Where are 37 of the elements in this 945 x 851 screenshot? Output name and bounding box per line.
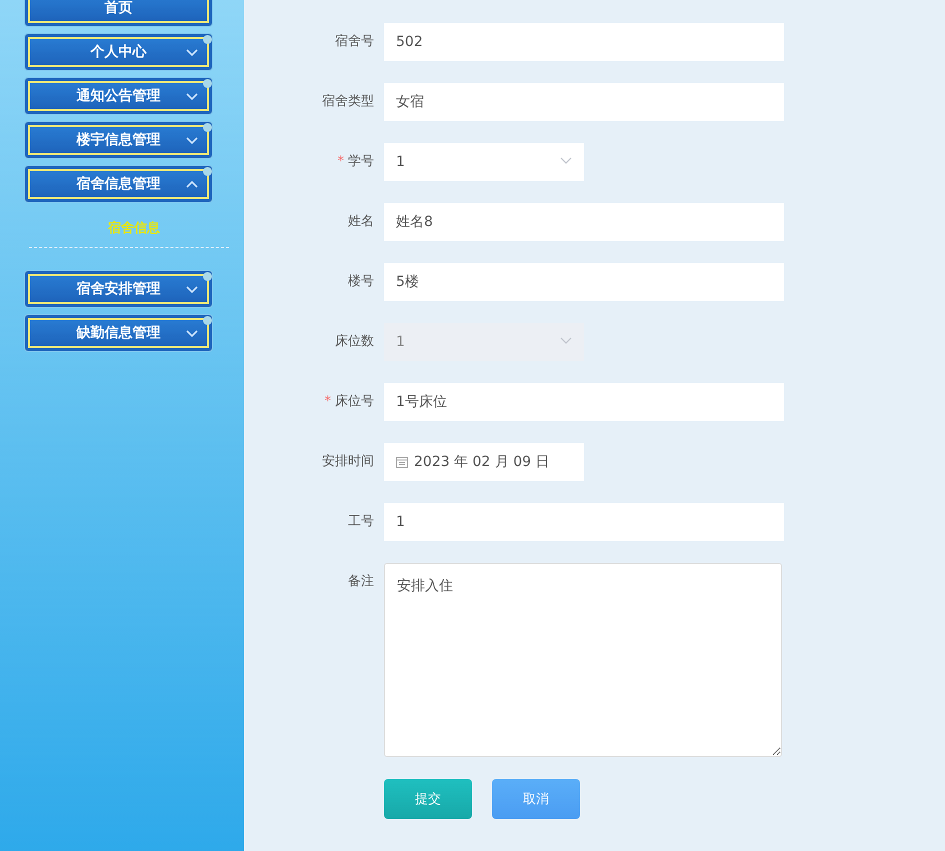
chevron-down-icon [186, 284, 198, 294]
calendar-icon [396, 456, 408, 468]
cancel-button[interactable]: 取消 [492, 779, 580, 819]
select-field[interactable]: 1 [384, 143, 584, 181]
field-label: 床位数 [334, 333, 375, 351]
input-field[interactable]: 女宿 [384, 83, 784, 121]
input-field[interactable]: 1号床位 [384, 383, 784, 421]
field-label: 姓名 [347, 213, 375, 231]
field-label: 工号 [347, 513, 375, 531]
chevron-up-icon [186, 179, 198, 189]
textarea-field[interactable]: 安排入住 [384, 563, 782, 757]
chevron-down-icon [186, 47, 198, 57]
menu-item[interactable]: 楼宇信息管理 [24, 121, 213, 159]
menu-item[interactable]: 通知公告管理 [24, 77, 213, 115]
chevron-down-icon [186, 135, 198, 145]
field-label: 安排时间 [321, 453, 375, 471]
menu-item[interactable]: 首页 [24, 0, 213, 27]
chevron-down-icon [560, 337, 572, 345]
input-field[interactable]: 姓名8 [384, 203, 784, 241]
menu-item[interactable]: 宿舍信息管理 [24, 165, 213, 203]
field-label: * 床位号 [324, 393, 375, 411]
field-label: 宿舍号 [334, 33, 375, 51]
menu-item[interactable]: 缺勤信息管理 [24, 314, 213, 352]
field-label: * 学号 [336, 153, 375, 171]
menu-item[interactable]: 宿舍安排管理 [24, 270, 213, 308]
field-label: 宿舍类型 [321, 93, 375, 111]
chevron-down-icon [186, 91, 198, 101]
submit-button[interactable]: 提交 [384, 779, 472, 819]
chevron-down-icon [186, 328, 198, 338]
chevron-down-icon [560, 157, 572, 165]
menu-item[interactable]: 个人中心 [24, 33, 213, 71]
input-field[interactable]: 5楼 [384, 263, 784, 301]
date-field[interactable]: 2023 年 02 月 09 日 [384, 443, 584, 481]
input-field[interactable]: 502 [384, 23, 784, 61]
field-label: 备注 [347, 573, 375, 591]
input-field[interactable]: 1 [384, 503, 784, 541]
field-label: 楼号 [347, 273, 375, 291]
